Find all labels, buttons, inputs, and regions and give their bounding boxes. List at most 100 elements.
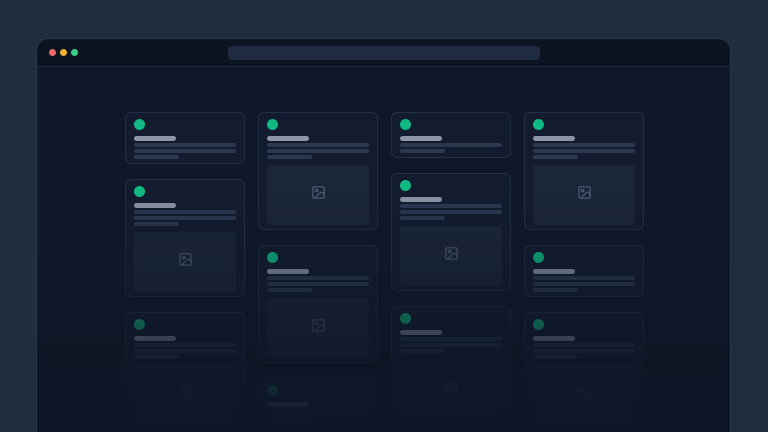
skeleton-title-line — [533, 336, 575, 341]
image-placeholder — [533, 365, 635, 425]
status-dot — [400, 180, 411, 191]
feed-grid — [37, 67, 730, 430]
skeleton-text-line — [400, 210, 502, 214]
image-placeholder — [533, 165, 635, 225]
skeleton-title-line — [134, 136, 176, 141]
status-dot — [533, 119, 544, 130]
image-icon — [444, 246, 459, 266]
skeleton-title-line — [267, 136, 309, 141]
image-icon — [444, 379, 459, 399]
skeleton-text-line-short — [400, 149, 445, 153]
feed-card[interactable] — [391, 306, 511, 424]
browser-topbar — [37, 39, 730, 67]
skeleton-text-line — [533, 349, 635, 353]
status-dot — [400, 119, 411, 130]
status-dot — [400, 313, 411, 324]
feed-card[interactable] — [524, 312, 644, 430]
window-maximize-button[interactable] — [71, 49, 78, 56]
skeleton-text-line — [400, 337, 502, 341]
skeleton-text-line — [134, 210, 236, 214]
skeleton-text-line-short — [533, 155, 578, 159]
skeleton-text-line-short — [533, 355, 578, 359]
skeleton-text-line — [400, 143, 502, 147]
image-placeholder — [400, 359, 502, 419]
skeleton-text-line-short — [400, 216, 445, 220]
skeleton-text-line-short — [134, 355, 179, 359]
traffic-lights — [37, 49, 78, 56]
feed-card[interactable] — [125, 112, 245, 164]
url-bar[interactable] — [228, 46, 540, 60]
image-icon — [577, 185, 592, 205]
skeleton-title-line — [400, 330, 442, 335]
feed-card[interactable] — [125, 179, 245, 297]
skeleton-text-line-short — [267, 288, 312, 292]
skeleton-text-line — [533, 149, 635, 153]
feed-card[interactable] — [258, 245, 378, 363]
status-dot — [533, 252, 544, 263]
skeleton-text-line — [267, 149, 369, 153]
skeleton-title-line — [134, 203, 176, 208]
skeleton-text-line — [533, 276, 635, 280]
skeleton-title-line — [533, 136, 575, 141]
feed-card[interactable] — [258, 378, 378, 430]
skeleton-title-line — [400, 136, 442, 141]
feed-column-2 — [258, 112, 378, 430]
skeleton-text-line — [267, 409, 369, 413]
status-dot — [134, 119, 145, 130]
skeleton-text-line — [134, 343, 236, 347]
image-placeholder — [134, 232, 236, 292]
skeleton-text-line-short — [267, 155, 312, 159]
skeleton-text-line — [533, 282, 635, 286]
image-icon — [178, 385, 193, 405]
skeleton-title-line — [400, 197, 442, 202]
feed-card[interactable] — [125, 312, 245, 430]
skeleton-title-line — [267, 402, 309, 407]
image-placeholder — [267, 165, 369, 225]
browser-window — [36, 38, 731, 432]
skeleton-text-line — [134, 143, 236, 147]
skeleton-text-line — [267, 276, 369, 280]
feed-card[interactable] — [391, 173, 511, 291]
image-icon — [178, 252, 193, 272]
status-dot — [267, 385, 278, 396]
skeleton-title-line — [267, 269, 309, 274]
status-dot — [134, 186, 145, 197]
skeleton-text-line — [533, 343, 635, 347]
skeleton-text-line — [134, 216, 236, 220]
feed-column-3 — [391, 112, 511, 430]
skeleton-text-line — [267, 282, 369, 286]
image-placeholder — [400, 226, 502, 286]
image-placeholder — [134, 365, 236, 425]
window-close-button[interactable] — [49, 49, 56, 56]
feed-card[interactable] — [391, 112, 511, 158]
feed-column-1 — [125, 112, 245, 430]
feed-column-4 — [524, 112, 644, 430]
page-background — [0, 0, 768, 432]
skeleton-text-line-short — [400, 349, 445, 353]
skeleton-text-line-short — [134, 222, 179, 226]
skeleton-text-line-short — [134, 155, 179, 159]
image-icon — [577, 385, 592, 405]
skeleton-text-line — [267, 143, 369, 147]
feed-card[interactable] — [258, 112, 378, 230]
skeleton-title-line — [533, 269, 575, 274]
image-icon — [311, 185, 326, 205]
skeleton-text-line — [134, 349, 236, 353]
skeleton-text-line — [400, 343, 502, 347]
status-dot — [134, 319, 145, 330]
image-icon — [311, 318, 326, 338]
image-placeholder — [267, 298, 369, 358]
status-dot — [267, 252, 278, 263]
status-dot — [533, 319, 544, 330]
window-minimize-button[interactable] — [60, 49, 67, 56]
skeleton-text-line — [267, 415, 369, 419]
skeleton-text-line-short — [533, 288, 578, 292]
status-dot — [267, 119, 278, 130]
skeleton-title-line — [134, 336, 176, 341]
skeleton-text-line — [134, 149, 236, 153]
skeleton-text-line — [400, 204, 502, 208]
skeleton-text-line-short — [267, 421, 312, 425]
feed-card[interactable] — [524, 245, 644, 297]
feed-card[interactable] — [524, 112, 644, 230]
skeleton-text-line — [533, 143, 635, 147]
